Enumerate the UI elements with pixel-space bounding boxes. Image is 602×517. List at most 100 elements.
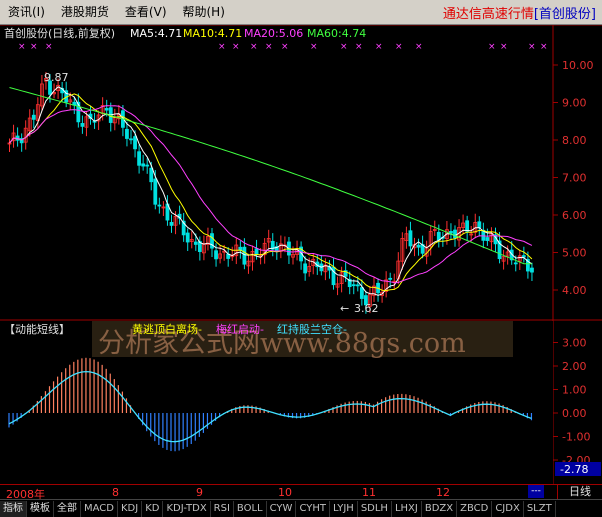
- ma5-label: MA5:4.71: [130, 27, 182, 40]
- candle-body: [351, 284, 356, 287]
- signal-marker-x: ×: [340, 42, 348, 52]
- candle-body: [125, 128, 129, 139]
- date-axis: 2008年 8 9 10 11 12: [0, 484, 602, 501]
- candle-body: [477, 221, 482, 229]
- stock-title: 首创股份(日线,前复权): [4, 26, 115, 40]
- signal-marker-x: ×: [500, 42, 508, 52]
- candle-body: [254, 248, 259, 255]
- candle-body: [465, 220, 470, 232]
- date-label-dec: 12: [436, 486, 450, 499]
- candle-body: [303, 263, 308, 274]
- signal-marker-x: ×: [18, 42, 26, 52]
- menu-item-info[interactable]: 资讯(I): [0, 0, 53, 24]
- menu-bar: 资讯(I) 港股期货 查看(V) 帮助(H) 通达信高速行情 [首创股份]: [0, 0, 602, 25]
- date-label-nov: 11: [362, 486, 376, 499]
- signal-marker-x: ×: [540, 42, 548, 52]
- tab-slzt[interactable]: SLZT: [524, 500, 556, 517]
- candle-body: [436, 231, 441, 241]
- price-tick-label: 6.00: [562, 209, 587, 222]
- tab-zbcd[interactable]: ZBCD: [457, 500, 493, 517]
- tab-kd[interactable]: KD: [142, 500, 164, 517]
- candle-body: [513, 262, 518, 265]
- indicator-tab-bar: 指标 模板 全部 MACD KDJ KD KDJ-TDX RSI BOLL CY…: [0, 499, 602, 517]
- candle-body: [355, 284, 360, 287]
- indicator-tick-label: 1.00: [562, 384, 587, 397]
- ma60-label: MA60:4.74: [307, 27, 366, 40]
- candle-body: [408, 230, 413, 247]
- signal-marker-x: ×: [45, 42, 53, 52]
- signal-marker-x: ×: [355, 42, 363, 52]
- price-tick-label: 5.00: [562, 247, 587, 260]
- candle-body: [80, 123, 85, 127]
- tab-lyjh[interactable]: LYJH: [330, 500, 358, 517]
- candle-body: [453, 229, 457, 239]
- ma10-label: MA10:4.71: [183, 27, 242, 40]
- signal-marker-x: ×: [30, 42, 38, 52]
- tab-cyht[interactable]: CYHT: [296, 500, 330, 517]
- candle-body: [521, 255, 526, 258]
- candle-body: [104, 108, 109, 111]
- indicator-axis-ticks: 3.002.001.000.00-1.00-2.00: [553, 337, 590, 467]
- date-label-oct: 10: [278, 486, 292, 499]
- app-title: 通达信高速行情: [442, 6, 534, 22]
- candle-body: [388, 277, 393, 280]
- tab-rsi[interactable]: RSI: [211, 500, 234, 517]
- menu-item-hk-futures[interactable]: 港股期货: [53, 0, 117, 24]
- menu-item-view[interactable]: 查看(V): [117, 0, 175, 24]
- candle-body: [137, 151, 142, 166]
- candle-body: [169, 222, 174, 226]
- price-tick-label: 7.00: [562, 172, 587, 185]
- period-label[interactable]: 日线: [557, 484, 602, 499]
- low-price-label: 3.62: [354, 302, 379, 315]
- tab-template[interactable]: 模板: [27, 500, 54, 517]
- indicator-tick-label: -1.00: [562, 431, 590, 444]
- indicator-tick-label: 2.00: [562, 360, 587, 373]
- tab-boll[interactable]: BOLL: [234, 500, 267, 517]
- candle-body: [185, 232, 190, 243]
- indicator-title: 【动能短线】: [4, 322, 70, 336]
- tab-kdj-tdx[interactable]: KDJ-TDX: [163, 500, 211, 517]
- tab-sdlh[interactable]: SDLH: [358, 500, 392, 517]
- signal-marker-x: ×: [375, 42, 383, 52]
- candle-body: [153, 178, 158, 205]
- legend-yellow: 黄逃顶白离场-: [132, 322, 202, 336]
- tab-lhxj[interactable]: LHXJ: [392, 500, 422, 517]
- candle-body: [133, 136, 137, 150]
- tab-cyw[interactable]: CYW: [267, 500, 297, 517]
- signal-marker-x: ×: [488, 42, 496, 52]
- candle-body: [449, 231, 453, 234]
- candle-body: [416, 244, 421, 248]
- candle-body: [149, 167, 154, 183]
- date-label-sep: 9: [196, 486, 203, 499]
- candle-body: [530, 267, 534, 273]
- current-stock-label: [首创股份]: [533, 6, 596, 22]
- indicator-tick-label: 0.00: [562, 407, 587, 420]
- indicator-tick-label: 3.00: [562, 337, 587, 350]
- candle-body: [31, 114, 36, 120]
- chart-area[interactable]: 10.00 9.00 8.00 7.00 6.00 5.00 4.00 × × × × × × × × × ×…: [0, 25, 602, 484]
- tab-indicator[interactable]: 指标: [0, 500, 27, 517]
- signal-marker-x: ×: [528, 42, 536, 52]
- app-brand: 通达信高速行情 [首创股份]: [443, 3, 602, 22]
- tab-kdj[interactable]: KDJ: [118, 500, 143, 517]
- signal-marker-x: ×: [281, 42, 289, 52]
- candle-body: [214, 250, 218, 260]
- candle-body: [157, 204, 162, 207]
- tab-cjdx[interactable]: CJDX: [492, 500, 524, 517]
- candle-body: [141, 163, 146, 167]
- tab-all[interactable]: 全部: [54, 500, 81, 517]
- candle-body: [145, 164, 150, 167]
- menu-item-help[interactable]: 帮助(H): [175, 0, 233, 24]
- price-tick-label: 4.00: [562, 284, 587, 297]
- tab-macd[interactable]: MACD: [81, 500, 118, 517]
- scroll-marker[interactable]: ---: [528, 485, 544, 498]
- current-value: -2.78: [560, 463, 588, 476]
- tab-bdzx[interactable]: BDZX: [422, 500, 458, 517]
- legend-pink: 梅红启动-: [216, 322, 264, 336]
- signal-marker-x: ×: [415, 42, 423, 52]
- price-panel[interactable]: [0, 25, 553, 320]
- price-tick-label: 9.00: [562, 97, 587, 110]
- price-tick-label: 10.00: [562, 59, 594, 72]
- candle-body: [193, 241, 198, 245]
- signal-marker-x: ×: [232, 42, 240, 52]
